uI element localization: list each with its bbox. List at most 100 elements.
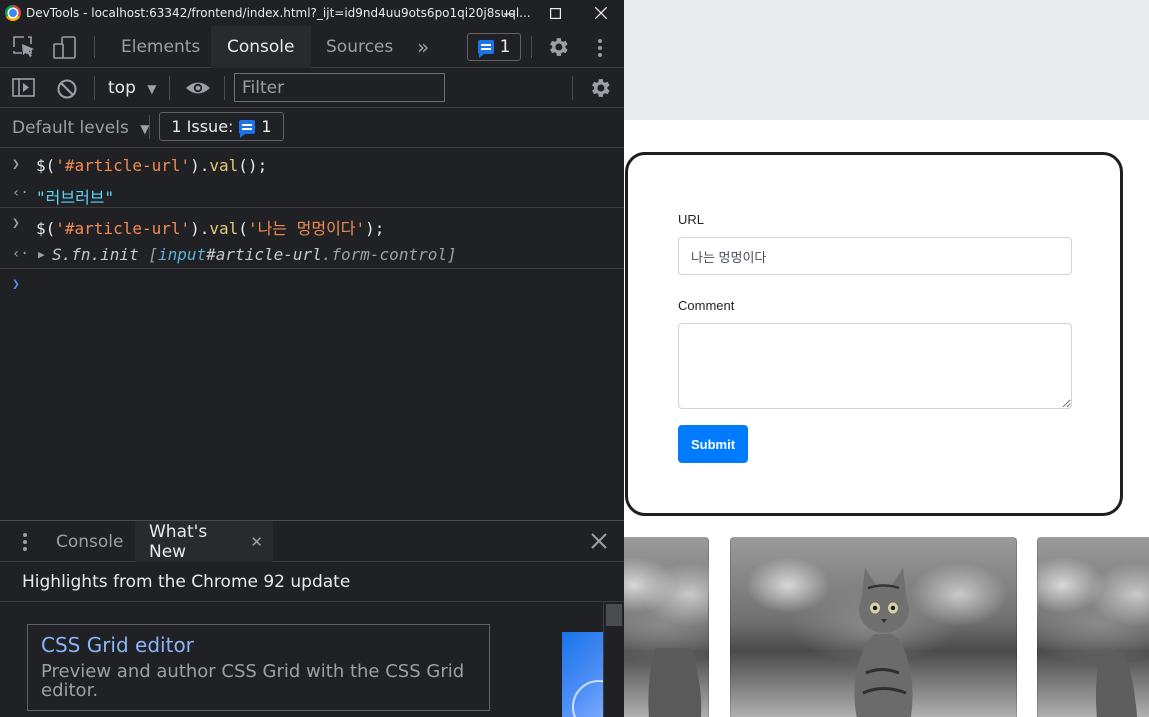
- close-icon: [595, 7, 607, 19]
- article-form-card: URL Comment Submit: [625, 152, 1123, 516]
- message-icon: [477, 40, 494, 58]
- toolbar-divider: [224, 76, 225, 100]
- prompt-chevron-icon: ❯: [12, 157, 20, 172]
- console-result-line: ‹· "러브러브": [0, 178, 624, 208]
- close-drawer-button[interactable]: [590, 532, 608, 554]
- settings-button[interactable]: [546, 35, 570, 63]
- expand-triangle-icon[interactable]: ▶: [38, 248, 45, 261]
- console-input-code: $('#article-url').val('나는 멍멍이다');: [36, 219, 385, 238]
- comment-label: Comment: [678, 298, 735, 313]
- feature-description: Preview and author CSS Grid with the CSS…: [41, 661, 465, 701]
- drawer-tab-whats-new[interactable]: What's New ✕: [135, 521, 273, 562]
- window-title: DevTools - localhost:63342/frontend/inde…: [26, 6, 531, 20]
- gear-icon: [592, 79, 610, 97]
- url-label: URL: [678, 212, 705, 227]
- devtools-window: DevTools - localhost:63342/frontend/inde…: [0, 0, 624, 717]
- filter-input[interactable]: [234, 73, 445, 102]
- live-expression-button[interactable]: [185, 80, 211, 100]
- toolbar-divider: [169, 76, 170, 100]
- console-result-line[interactable]: ‹· ▶ S.fn.init [input#article-url.form-c…: [0, 239, 624, 269]
- chrome-logo-icon: [5, 5, 21, 21]
- cat-photo-image: [1095, 648, 1138, 717]
- sidebar-toggle-icon: [12, 78, 35, 97]
- console-input-line: ❯ $('#article-url').val('나는 멍멍이다');: [0, 209, 624, 239]
- open-issues-button[interactable]: 1 Issue: 1: [159, 112, 284, 141]
- result-arrow-icon: ‹·: [12, 246, 29, 262]
- inspect-element-button[interactable]: [13, 36, 37, 62]
- tab-elements[interactable]: Elements: [105, 26, 216, 68]
- eye-icon: [186, 82, 210, 94]
- whats-new-panel: Highlights from the Chrome 92 update CSS…: [0, 562, 624, 717]
- device-toolbar-button[interactable]: [53, 36, 77, 64]
- prompt-chevron-icon: ❯: [12, 216, 20, 231]
- caret-down-icon: ▼: [147, 82, 157, 96]
- minimize-icon: [503, 12, 515, 15]
- more-options-button[interactable]: [597, 38, 603, 62]
- close-icon: [591, 533, 607, 549]
- console-input-line: ❯ $('#article-url').val();: [0, 150, 624, 180]
- console-levels-bar: Default levels ▼ 1 Issue: 1: [0, 108, 624, 148]
- result-arrow-icon: ‹·: [12, 185, 29, 201]
- console-result-object: S.fn.init [input#article-url.form-contro…: [52, 245, 457, 264]
- cat-image-card: [624, 537, 709, 717]
- console-toolbar: top ▼: [0, 68, 624, 108]
- issues-count: 1: [499, 37, 511, 57]
- cat-photo-image: [648, 648, 702, 717]
- console-input-code: $('#article-url').val();: [36, 156, 268, 175]
- devtools-tab-bar: Elements Console Sources » 1: [0, 26, 624, 68]
- issue-button-count: 1: [261, 117, 272, 136]
- cat-image-card: [730, 537, 1017, 717]
- maximize-icon: [549, 7, 561, 19]
- cat-image-card: [1037, 537, 1149, 717]
- submit-button[interactable]: Submit: [678, 425, 748, 463]
- feature-card[interactable]: CSS Grid editor Preview and author CSS G…: [27, 624, 490, 711]
- page-hero: [624, 0, 1149, 120]
- kebab-menu-icon: [598, 39, 602, 57]
- title-bar: DevTools - localhost:63342/frontend/inde…: [0, 0, 624, 26]
- toolbar-divider: [94, 36, 95, 58]
- log-levels-dropdown[interactable]: Default levels ▼: [12, 118, 149, 138]
- minimize-button[interactable]: [486, 0, 532, 26]
- feature-thumbnail: [562, 632, 603, 717]
- context-selector[interactable]: top ▼: [108, 78, 157, 98]
- issues-counter-button[interactable]: 1: [467, 33, 521, 61]
- clear-console-button[interactable]: [56, 78, 78, 104]
- panel-scrollbar[interactable]: [603, 602, 624, 717]
- web-page: URL Comment Submit: [624, 0, 1149, 717]
- maximize-button[interactable]: [532, 0, 578, 26]
- log-levels-label: Default levels: [12, 118, 129, 138]
- drawer-menu-button[interactable]: [22, 532, 28, 556]
- scrollbar-thumb[interactable]: [606, 604, 622, 626]
- toolbar-divider: [572, 76, 573, 100]
- console-settings-button[interactable]: [588, 76, 612, 104]
- toolbar-divider: [149, 115, 150, 139]
- comment-textarea[interactable]: [678, 323, 1072, 409]
- drawer-tab-console[interactable]: Console: [42, 521, 138, 562]
- device-mode-icon: [53, 36, 76, 59]
- kebab-menu-icon: [23, 533, 27, 551]
- whats-new-header: Highlights from the Chrome 92 update: [0, 562, 624, 602]
- console-prompt-line[interactable]: ❯: [0, 270, 624, 300]
- context-value: top: [108, 78, 136, 98]
- gear-icon: [550, 38, 568, 56]
- drawer-tab-label: What's New: [149, 521, 208, 562]
- close-button[interactable]: [578, 0, 624, 26]
- more-tabs-button[interactable]: »: [417, 26, 429, 68]
- prompt-chevron-icon: ❯: [12, 277, 20, 292]
- tab-console[interactable]: Console: [211, 26, 311, 68]
- feature-title[interactable]: CSS Grid editor: [41, 633, 194, 657]
- message-icon: [239, 119, 256, 138]
- inspect-cursor-icon: [13, 36, 34, 57]
- show-sidebar-button[interactable]: [12, 78, 36, 102]
- console-output[interactable]: ❯ $('#article-url').val(); ‹· "러브러브" ❯ $…: [0, 148, 624, 520]
- close-tab-icon[interactable]: ✕: [250, 533, 263, 551]
- tab-sources[interactable]: Sources: [310, 26, 409, 68]
- whats-new-title: Highlights from the Chrome 92 update: [22, 572, 351, 592]
- cat-photo-image: [854, 568, 913, 717]
- toolbar-divider: [531, 36, 532, 58]
- article-url-input[interactable]: [678, 237, 1072, 275]
- drawer-tab-bar: Console What's New ✕: [0, 520, 624, 562]
- toolbar-divider: [94, 76, 95, 100]
- block-icon: [57, 79, 77, 99]
- console-result-text: "러브러브": [36, 188, 115, 207]
